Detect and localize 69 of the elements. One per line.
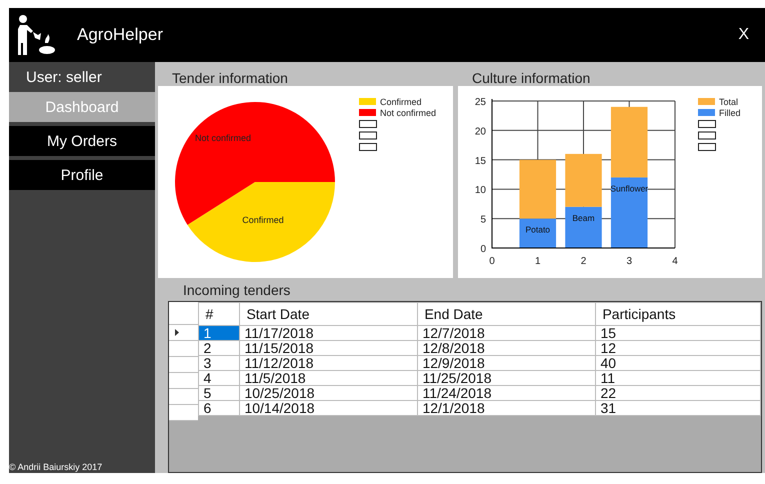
app-title: AgroHelper xyxy=(77,25,164,45)
table-cell[interactable]: 10/25/2018 xyxy=(240,386,418,400)
table-cell[interactable]: 12/8/2018 xyxy=(418,340,596,356)
legend-label: Not confirmed xyxy=(380,108,436,118)
legend-label: Total xyxy=(719,97,738,107)
table-cell[interactable]: 22 xyxy=(596,386,760,400)
y-tick-label: 10 xyxy=(474,185,486,196)
empty-legend-swatch xyxy=(698,132,716,140)
table-cell[interactable]: 5 xyxy=(198,386,240,400)
gardener-logo-icon xyxy=(15,13,55,57)
bar xyxy=(610,106,648,178)
table-cell[interactable]: 31 xyxy=(596,400,760,416)
table-cell[interactable]: 15 xyxy=(596,326,760,340)
table-cell[interactable]: 12/7/2018 xyxy=(418,326,596,340)
y-tick-label: 20 xyxy=(474,126,486,138)
y-tick-label: 5 xyxy=(480,214,486,226)
table-cell[interactable]: 11/17/2018 xyxy=(240,326,418,340)
table-cell[interactable]: 6 xyxy=(198,400,240,416)
y-tick-label: 25 xyxy=(474,97,486,108)
table-cell[interactable]: 12/1/2018 xyxy=(418,400,596,416)
row-pointer-icon xyxy=(175,329,179,336)
table-cell[interactable]: 12/9/2018 xyxy=(418,356,596,370)
table-cell[interactable]: 40 xyxy=(596,356,760,370)
bar xyxy=(610,177,648,248)
panel-title: Tender information xyxy=(172,70,288,86)
table-cell[interactable]: 11/12/2018 xyxy=(240,356,418,370)
copyright-text: © Andrii Baiurskiy 2017 xyxy=(9,462,102,472)
y-tick-label: 0 xyxy=(480,244,486,255)
bar xyxy=(565,206,602,248)
empty-legend-swatch xyxy=(698,143,716,151)
column-header[interactable]: Start Date xyxy=(240,302,418,326)
y-tick-label: 15 xyxy=(474,156,486,167)
empty-legend-swatch xyxy=(698,120,716,128)
x-tick-label: 3 xyxy=(626,256,632,267)
section-title: Incoming tenders xyxy=(183,282,290,298)
table-cell[interactable]: 11/15/2018 xyxy=(240,340,418,356)
table-cell[interactable]: 12 xyxy=(596,340,760,356)
legend-label: Confirmed xyxy=(380,97,422,107)
bar-label: Sunflower xyxy=(610,183,648,194)
nav-item[interactable]: Profile xyxy=(9,160,155,190)
empty-legend-swatch xyxy=(359,120,377,128)
bar-label: Potato xyxy=(525,224,550,235)
table-cell[interactable]: 11 xyxy=(596,370,760,386)
table-cell[interactable]: 1 xyxy=(198,326,240,340)
user-label: User: seller xyxy=(25,68,103,88)
slice-label: Not confirmed xyxy=(194,133,252,143)
x-tick-label: 4 xyxy=(672,256,678,267)
bar xyxy=(565,154,602,207)
slice-label: Confirmed xyxy=(242,215,284,225)
column-header[interactable]: # xyxy=(198,302,240,326)
table-cell[interactable]: 11/24/2018 xyxy=(418,386,596,400)
table-cell[interactable]: 3 xyxy=(198,356,240,370)
legend-label: Filled xyxy=(719,108,741,118)
x-tick-label: 2 xyxy=(580,256,586,267)
table-cell[interactable]: 4 xyxy=(198,370,240,386)
table-cell[interactable]: 10/14/2018 xyxy=(240,400,418,416)
bar-label: Beam xyxy=(572,212,595,223)
empty-legend-swatch xyxy=(359,143,377,151)
table-cell[interactable]: 11/25/2018 xyxy=(418,370,596,386)
close-button[interactable]: X xyxy=(734,24,753,46)
table-cell[interactable]: 2 xyxy=(198,340,240,356)
nav-item[interactable]: My Orders xyxy=(9,126,155,156)
empty-legend-swatch xyxy=(359,132,377,140)
panel-title: Culture information xyxy=(472,70,590,86)
column-header[interactable]: End Date xyxy=(418,302,596,326)
x-tick-label: 1 xyxy=(534,256,541,267)
column-header[interactable]: Participants xyxy=(596,302,760,326)
x-tick-label: 0 xyxy=(489,256,495,267)
table-cell[interactable]: 11/5/2018 xyxy=(240,370,418,386)
